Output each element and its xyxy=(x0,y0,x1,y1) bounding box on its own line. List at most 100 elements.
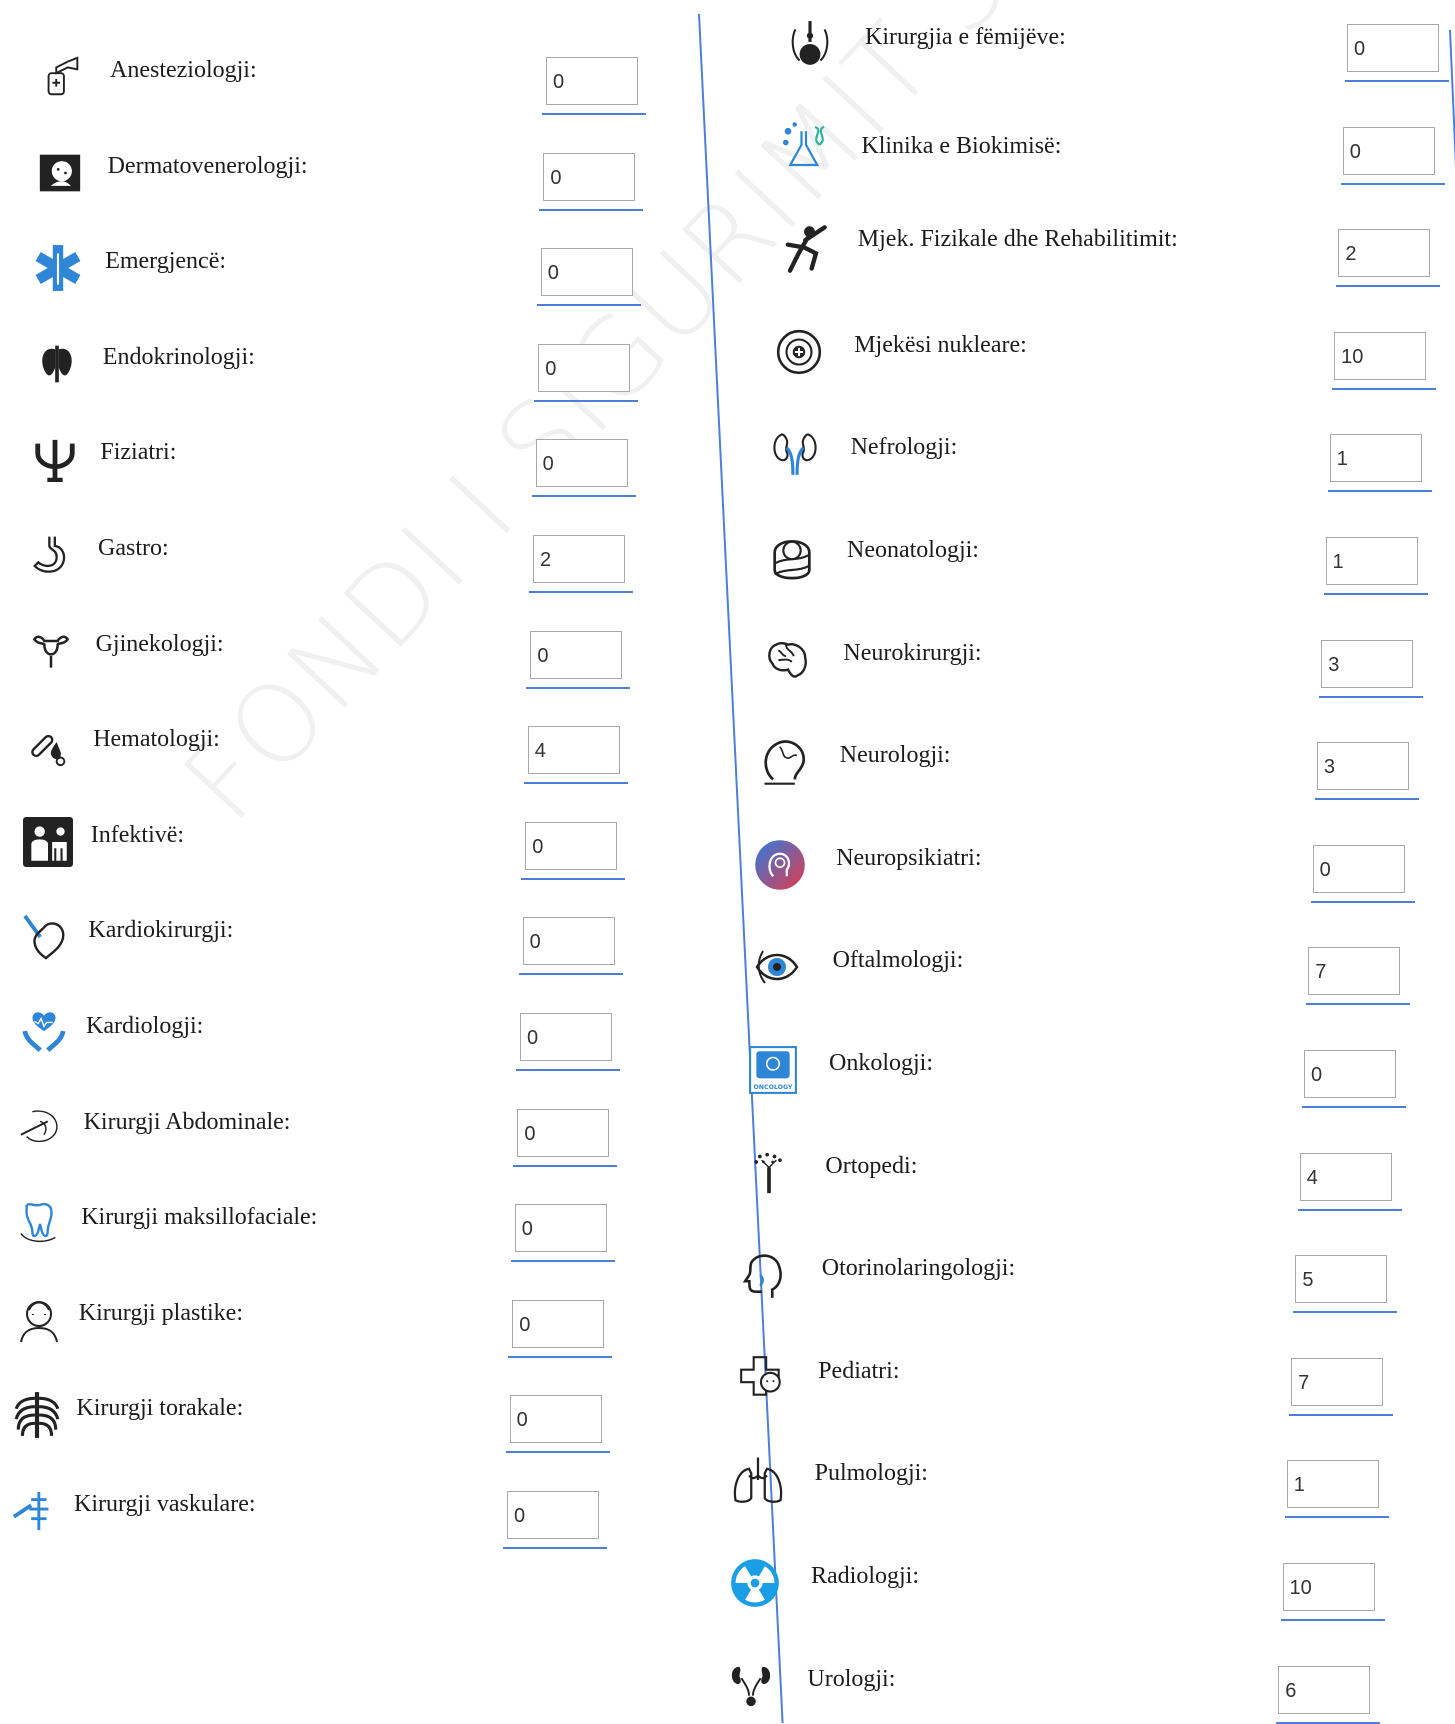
klinika-e-biokimise-label: Klinika e Biokimisë: xyxy=(861,132,1062,159)
radiologji-count-field[interactable]: 10 xyxy=(1282,1563,1375,1611)
nefrologji-label: Nefrologji: xyxy=(850,434,958,461)
nuclear-medicine-icon xyxy=(771,324,827,380)
kirurgji-plastike-count-field[interactable]: 0 xyxy=(512,1299,605,1348)
kardiologji-count-field[interactable]: 0 xyxy=(520,1013,612,1061)
neuropsikiatri-count-field[interactable]: 0 xyxy=(1312,844,1405,893)
emergjence-label: Emergjencë: xyxy=(105,248,227,275)
blood-sample-icon xyxy=(21,718,77,774)
stomach-icon xyxy=(25,527,81,583)
mjek-fizikale-dhe-rehabilitimit-underline xyxy=(1336,285,1441,288)
neurokirurgji-label: Neurokirurgji: xyxy=(843,639,982,666)
neurologji-label: Neurologji: xyxy=(839,742,951,769)
gjinekologji-count-field[interactable]: 0 xyxy=(530,630,623,679)
neurokirurgji-count-field[interactable]: 3 xyxy=(1321,639,1414,688)
kardiokirurgji-underline xyxy=(518,973,623,976)
kirurgji-torakale-count-field[interactable]: 0 xyxy=(509,1395,602,1444)
gjinekologji-underline xyxy=(526,686,631,689)
form-page: FONDI I SIGURIMIT SHËNDETËSOR Anesteziol… xyxy=(0,0,1455,1724)
pediatric-cross-icon xyxy=(734,1350,790,1406)
mjekesi-nukleare-underline xyxy=(1332,387,1437,390)
mjekesi-nukleare-count-field[interactable]: 10 xyxy=(1334,331,1427,380)
column-divider-right xyxy=(1449,30,1455,1723)
bone-icon xyxy=(741,1145,797,1201)
kirurgjia-e-femijeve-count-field[interactable]: 0 xyxy=(1347,24,1439,72)
plastic-surgery-face-icon xyxy=(11,1292,67,1348)
ortopedi-label: Ortopedi: xyxy=(825,1152,918,1179)
pulmologji-underline xyxy=(1284,1516,1389,1519)
emergjence-count-field[interactable]: 0 xyxy=(540,248,633,297)
neuropsychiatry-head-icon xyxy=(752,837,808,893)
emergjence-underline xyxy=(536,304,641,307)
pediatri-count-field[interactable]: 7 xyxy=(1291,1357,1384,1406)
urologji-label: Urologji: xyxy=(807,1665,896,1692)
klinika-e-biokimise-count-field[interactable]: 0 xyxy=(1342,126,1435,175)
lungs-icon xyxy=(730,1452,786,1508)
hematologji-label: Hematologji: xyxy=(93,726,220,753)
star-of-life-icon xyxy=(30,240,86,296)
onkologji-label: Onkologji: xyxy=(829,1050,934,1076)
pulmologji-count-field[interactable]: 1 xyxy=(1286,1460,1379,1509)
neurokirurgji-underline xyxy=(1319,695,1424,698)
kirurgjia-e-femijeve-label: Kirurgjia e fëmijëve: xyxy=(865,24,1066,50)
kirurgji-maksillofaciale-underline xyxy=(510,1260,615,1263)
infektive-underline xyxy=(521,877,626,880)
nefrologji-count-field[interactable]: 1 xyxy=(1329,434,1422,483)
svg-text:ONCOLOGY: ONCOLOGY xyxy=(753,1084,793,1091)
urinary-tract-icon xyxy=(723,1658,779,1714)
kirurgji-abdominale-label: Kirurgji Abdominale: xyxy=(83,1108,291,1135)
hematologji-count-field[interactable]: 4 xyxy=(527,726,620,775)
kidneys-icon xyxy=(767,426,823,482)
endokrinologji-count-field[interactable]: 0 xyxy=(538,343,631,392)
kirurgji-torakale-underline xyxy=(505,1451,610,1454)
dermatology-face-icon xyxy=(32,145,88,201)
pediatri-label: Pediatri: xyxy=(818,1357,900,1384)
biochemistry-flask-icon xyxy=(778,119,834,175)
kardiokirurgji-count-field[interactable]: 0 xyxy=(522,917,615,966)
neuropsikiatri-underline xyxy=(1310,900,1415,903)
vascular-syringe-icon xyxy=(7,1483,63,1539)
ortopedi-count-field[interactable]: 4 xyxy=(1299,1152,1392,1201)
kirurgji-vaskulare-count-field[interactable]: 0 xyxy=(507,1491,599,1539)
gastro-label: Gastro: xyxy=(98,535,169,561)
mjek-fizikale-dhe-rehabilitimit-label: Mjek. Fizikale dhe Rehabilitimit: xyxy=(857,226,1178,253)
kardiologji-label: Kardiologji: xyxy=(86,1013,204,1039)
hematologji-underline xyxy=(523,782,628,785)
kirurgji-plastike-label: Kirurgji plastike: xyxy=(78,1299,243,1326)
otorinolaringologji-underline xyxy=(1293,1311,1398,1314)
running-person-icon xyxy=(775,221,831,277)
neurologji-underline xyxy=(1314,798,1419,801)
urologji-count-field[interactable]: 6 xyxy=(1278,1665,1371,1714)
kirurgji-abdominale-count-field[interactable]: 0 xyxy=(517,1108,610,1157)
dermatovenerologji-count-field[interactable]: 0 xyxy=(543,152,636,201)
oncology-icon: ONCOLOGY xyxy=(745,1042,801,1098)
abdominal-surgery-icon xyxy=(14,1101,70,1157)
pulmologji-label: Pulmologji: xyxy=(814,1460,928,1487)
fiziatri-underline xyxy=(531,495,636,498)
endokrinologji-underline xyxy=(534,399,639,402)
infectious-disease-icon xyxy=(20,814,76,870)
klinika-e-biokimise-underline xyxy=(1340,182,1445,185)
neurologji-count-field[interactable]: 3 xyxy=(1316,742,1409,791)
radiologji-label: Radiologji: xyxy=(811,1563,919,1589)
watermark: FONDI I SIGURIMIT SHËNDETËSOR xyxy=(160,0,1455,846)
oftalmologji-count-field[interactable]: 7 xyxy=(1308,947,1401,996)
uterus-icon xyxy=(23,623,79,679)
anesteziologji-underline xyxy=(542,113,646,115)
infektive-count-field[interactable]: 0 xyxy=(525,821,618,870)
gastro-count-field[interactable]: 2 xyxy=(533,535,625,583)
neonatologji-count-field[interactable]: 1 xyxy=(1325,537,1418,585)
oftalmologji-label: Oftalmologji: xyxy=(832,947,964,974)
otorinolaringologji-label: Otorinolaringologji: xyxy=(821,1255,1016,1282)
dermatovenerologji-underline xyxy=(539,208,644,211)
mjek-fizikale-dhe-rehabilitimit-count-field[interactable]: 2 xyxy=(1338,229,1431,278)
otorinolaringologji-count-field[interactable]: 5 xyxy=(1295,1255,1388,1304)
kirurgji-plastike-underline xyxy=(508,1355,613,1358)
kirurgji-maksillofaciale-count-field[interactable]: 0 xyxy=(514,1204,607,1253)
ortopedi-underline xyxy=(1297,1208,1402,1211)
anesteziologji-count-field[interactable]: 0 xyxy=(546,57,638,105)
fiziatri-count-field[interactable]: 0 xyxy=(535,439,628,488)
onkologji-count-field[interactable]: 0 xyxy=(1304,1050,1396,1098)
kardiokirurgji-label: Kardiokirurgji: xyxy=(88,917,234,944)
dermatovenerologji-label: Dermatovenerologji: xyxy=(107,152,308,179)
kardiologji-underline xyxy=(516,1069,620,1071)
